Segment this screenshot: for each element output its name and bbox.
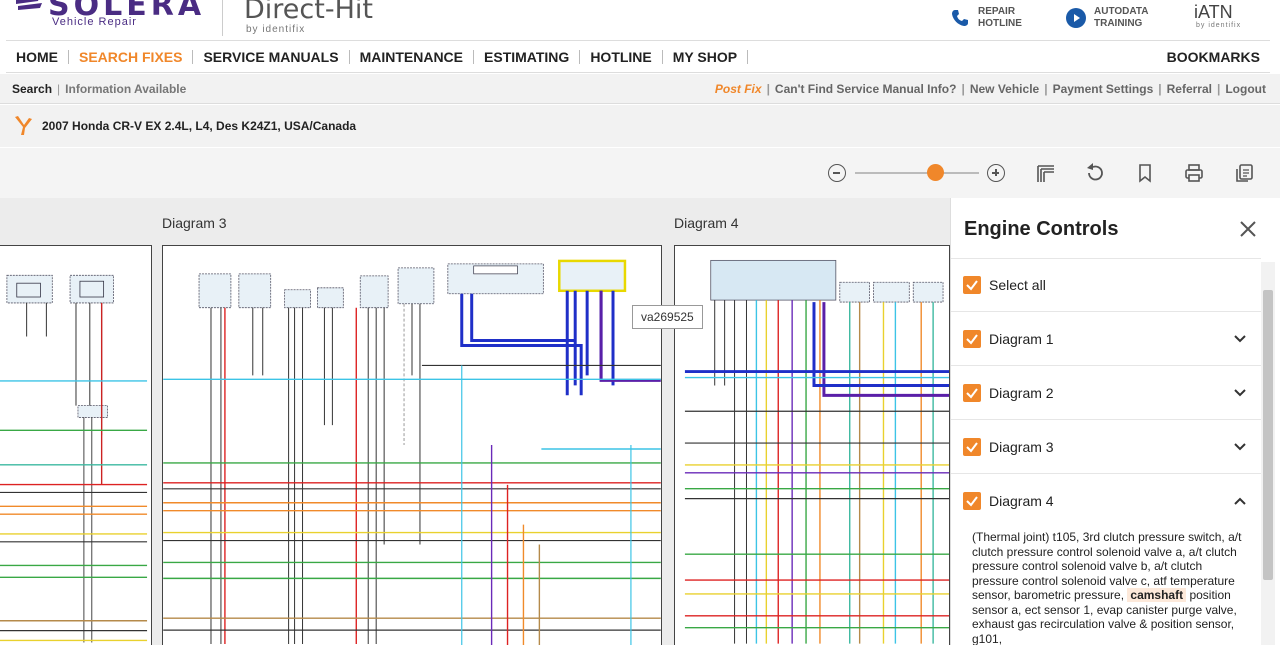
subnav-search[interactable]: Search [12,82,52,96]
iatn-logo[interactable]: iATN [1194,2,1233,23]
wiring-diagram-3-drawing [163,246,661,645]
print-icon[interactable] [1183,162,1205,184]
nav-maintenance[interactable]: MAINTENANCE [350,50,474,64]
subnav-links: Post Fix | Can't Find Service Manual Inf… [715,82,1266,96]
wiring-diagram-4[interactable] [674,245,950,645]
check-icon [965,332,979,346]
diagram-3-label: Diagram 3 [162,215,227,231]
diagram-4-checkbox[interactable] [963,492,981,510]
wiring-diagram-3[interactable] [162,245,662,645]
panel-scrollbar[interactable] [1261,262,1275,645]
diagram-4-description: (Thermal joint) t105, 3rd clutch pressur… [951,528,1261,645]
wiring-diagram-2-drawing [0,246,151,645]
check-icon [965,440,979,454]
engine-controls-panel: Engine Controls Select all Diagram 1 Dia… [950,198,1280,645]
chevron-up-icon[interactable] [1233,494,1247,508]
brand-divider [222,0,223,36]
solera-subtitle: Vehicle Repair [52,16,137,28]
play-icon [1066,8,1086,28]
subnav-referral[interactable]: Referral [1167,82,1212,96]
nav-search-fixes[interactable]: SEARCH FIXES [69,50,193,64]
wiring-diagram-4-drawing [675,246,949,645]
zoom-slider-handle[interactable] [927,164,944,181]
diagram-canvas[interactable]: Diagram 3 Diagram 4 [0,198,950,645]
autodata-training-link[interactable]: AUTODATA TRAINING [1066,6,1148,30]
subnav-separator: | [1039,82,1052,96]
phone-icon [950,8,970,28]
sub-nav: Search | Information Available Post Fix … [0,74,1280,104]
diagram-1-label: Diagram 1 [989,331,1054,347]
diagram-3-row[interactable]: Diagram 3 [951,420,1261,474]
component-tooltip: va269525 [632,305,703,329]
check-icon [965,386,979,400]
subnav-post-fix[interactable]: Post Fix [715,82,762,96]
repair-hotline-link[interactable]: REPAIR HOTLINE [950,6,1022,30]
chevron-down-icon[interactable] [1233,386,1247,400]
diagram-3-label: Diagram 3 [989,439,1054,455]
main-nav: HOME SEARCH FIXES SERVICE MANUALS MAINTE… [6,40,1270,73]
subnav-payment-settings[interactable]: Payment Settings [1053,82,1154,96]
subnav-new-vehicle[interactable]: New Vehicle [970,82,1039,96]
autodata-training-line1: AUTODATA [1094,6,1148,18]
subnav-logout[interactable]: Logout [1225,82,1266,96]
subnav-information-available[interactable]: Information Available [65,82,186,96]
subnav-separator: | [762,82,775,96]
direct-hit-subtitle: by identifix [246,24,305,35]
subnav-cant-find-manual[interactable]: Can't Find Service Manual Info? [775,82,957,96]
diagram-4-row[interactable]: Diagram 4 [951,474,1261,528]
select-all-label: Select all [989,277,1046,293]
nav-service-manuals[interactable]: SERVICE MANUALS [193,50,349,64]
iatn-subtitle: by identifix [1196,22,1241,29]
nav-hotline[interactable]: HOTLINE [580,50,662,64]
diagram-4-label: Diagram 4 [989,493,1054,509]
brand-header: SOLERA Vehicle Repair Direct-Hit by iden… [0,0,1280,40]
select-all-checkbox[interactable] [963,276,981,294]
diagram-4-components: (Thermal joint) t105, 3rd clutch pressur… [951,530,1261,645]
subnav-separator: | [956,82,969,96]
chevron-down-icon[interactable] [1233,440,1247,454]
wiring-diagram-2[interactable] [0,245,152,645]
copy-icon[interactable] [1233,162,1255,184]
vehicle-title: 2007 Honda CR-V EX 2.4L, L4, Des K24Z1, … [42,119,356,133]
zoom-out-icon[interactable] [828,164,846,182]
nav-bookmarks[interactable]: BOOKMARKS [1167,49,1270,65]
repair-hotline-line1: REPAIR [978,6,1022,18]
nav-home[interactable]: HOME [6,50,69,64]
zoom-in-icon[interactable] [987,164,1005,182]
diagram-toolbar [0,148,1280,198]
vehicle-selector-icon[interactable] [12,115,34,137]
diagram-filter-list: Select all Diagram 1 Diagram 2 Diagram 3 [951,258,1261,645]
diagram-1-checkbox[interactable] [963,330,981,348]
subnav-separator: | [1212,82,1225,96]
vehicle-bar: 2007 Honda CR-V EX 2.4L, L4, Des K24Z1, … [0,105,1280,147]
diagram-2-row[interactable]: Diagram 2 [951,366,1261,420]
diagram-1-row[interactable]: Diagram 1 [951,312,1261,366]
direct-hit-logo[interactable]: Direct-Hit [244,0,373,25]
fit-view-icon[interactable] [1035,162,1057,184]
panel-title: Engine Controls [964,218,1118,241]
repair-hotline-line2: HOTLINE [978,18,1022,30]
close-icon[interactable] [1237,218,1259,240]
nav-my-shop[interactable]: MY SHOP [663,50,748,64]
solera-mark-icon [14,0,44,14]
check-icon [965,494,979,508]
solera-logo[interactable]: SOLERA Vehicle Repair [6,0,216,40]
diagram-2-label: Diagram 2 [989,385,1054,401]
zoom-slider-track[interactable] [855,172,979,174]
bookmark-icon[interactable] [1134,162,1156,184]
select-all-row[interactable]: Select all [951,258,1261,312]
subnav-separator: | [1153,82,1166,96]
search-term-highlight: camshaft [1127,588,1186,602]
chevron-down-icon[interactable] [1233,332,1247,346]
diagram-2-checkbox[interactable] [963,384,981,402]
autodata-training-line2: TRAINING [1094,18,1148,30]
check-icon [965,278,979,292]
diagram-4-label: Diagram 4 [674,215,739,231]
rotate-icon[interactable] [1084,162,1106,184]
diagram-3-checkbox[interactable] [963,438,981,456]
subnav-separator: | [52,82,65,96]
panel-scrollbar-thumb[interactable] [1263,290,1273,580]
nav-estimating[interactable]: ESTIMATING [474,50,580,64]
